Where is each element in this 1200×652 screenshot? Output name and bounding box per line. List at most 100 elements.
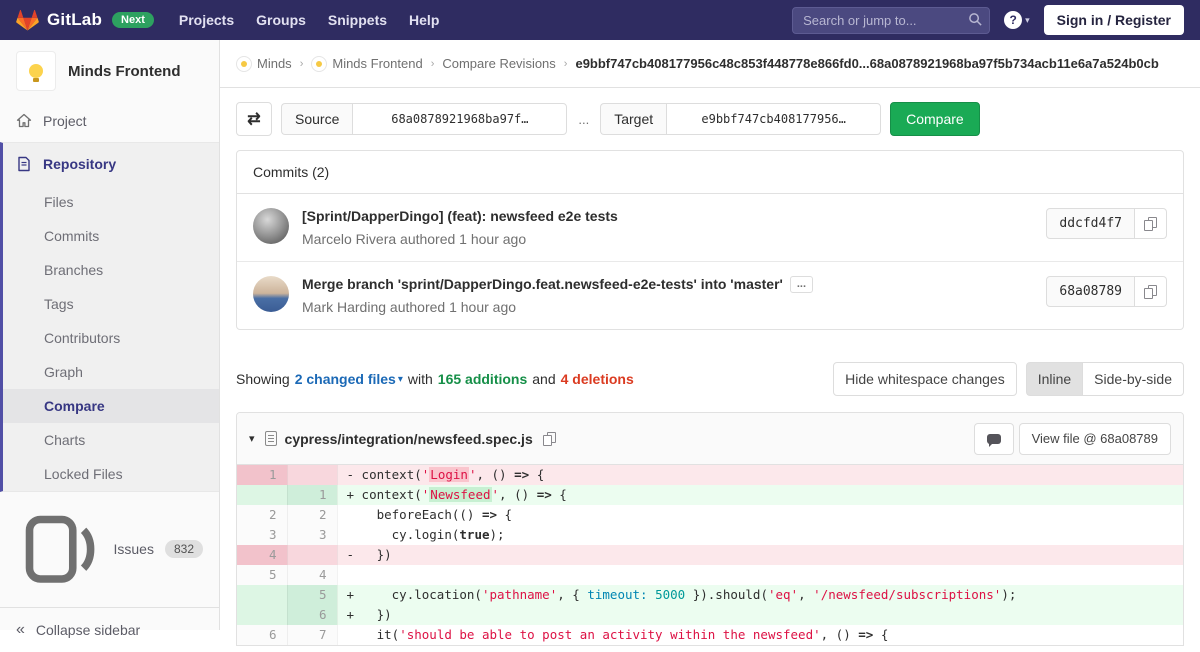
toggle-comments-button[interactable] (974, 423, 1014, 455)
changed-files-dropdown[interactable]: 2 changed files (295, 371, 396, 387)
commit-title-link[interactable]: [Sprint/DapperDingo] (feat): newsfeed e2… (302, 208, 618, 224)
view-file-button[interactable]: View file @ 68a08789 (1019, 423, 1171, 455)
document-icon (16, 156, 32, 172)
breadcrumb-item-label: Minds Frontend (332, 56, 422, 71)
diff-line-number-new[interactable] (287, 545, 337, 565)
code-segment: ); (1001, 587, 1016, 602)
diff-line-number-old[interactable] (237, 605, 287, 625)
inline-view-button[interactable]: Inline (1026, 362, 1082, 396)
chevron-down-icon[interactable]: ▾ (398, 374, 403, 385)
diff-file-path[interactable]: cypress/integration/newsfeed.spec.js (285, 431, 533, 447)
code-segment: - context( (347, 467, 422, 482)
diff-line-number-new[interactable]: 5 (287, 585, 337, 605)
sidebar-item-locked-files[interactable]: Locked Files (3, 457, 219, 491)
diff-line-number-new[interactable]: 6 (287, 605, 337, 625)
diff-line-number-old[interactable]: 2 (237, 505, 287, 525)
help-menu[interactable]: ? ▾ (1004, 11, 1030, 29)
copy-file-path-icon[interactable] (543, 432, 556, 446)
code-segment: { (529, 467, 544, 482)
code-segment: => (858, 627, 873, 642)
sidebar-item-graph[interactable]: Graph (3, 355, 219, 389)
commit-title-link[interactable]: Merge branch 'sprint/DapperDingo.feat.ne… (302, 276, 783, 292)
sidebar-item-contributors[interactable]: Contributors (3, 321, 219, 355)
source-ref-input[interactable] (352, 103, 567, 135)
sidebar-item-compare[interactable]: Compare (3, 389, 219, 423)
breadcrumb-item-minds-frontend[interactable]: Minds Frontend (311, 56, 422, 72)
sidebar-item-files[interactable]: Files (3, 185, 219, 219)
chevron-right-icon: › (300, 58, 304, 70)
sidebar-item-branches[interactable]: Branches (3, 253, 219, 287)
commit-row: [Sprint/DapperDingo] (feat): newsfeed e2… (237, 194, 1183, 261)
commit-expander-button[interactable]: ... (790, 276, 813, 293)
diff-line-number-old[interactable]: 6 (237, 625, 287, 645)
code-segment: ); (490, 527, 505, 542)
nav-link-snippets[interactable]: Snippets (317, 0, 398, 40)
code-segment: + cy.location( (347, 587, 482, 602)
collapse-sidebar-button[interactable]: « Collapse sidebar (0, 607, 219, 652)
diff-line-code: + }) (337, 605, 1183, 625)
code-segment: => (514, 467, 529, 482)
hide-whitespace-button[interactable]: Hide whitespace changes (833, 362, 1017, 396)
code-segment: , (798, 587, 813, 602)
search-input[interactable] (792, 7, 990, 34)
project-name: Minds Frontend (68, 63, 181, 80)
next-badge: Next (112, 12, 154, 28)
sidebar-item-commits[interactable]: Commits (3, 219, 219, 253)
file-icon (265, 431, 277, 446)
diff-line-code: - context('Login', () => { (337, 465, 1183, 485)
diff-line-code: it('should be able to post an activity w… (337, 625, 1183, 645)
diff-line-number-old[interactable]: 3 (237, 525, 287, 545)
nav-link-groups[interactable]: Groups (245, 0, 317, 40)
nav-link-projects[interactable]: Projects (168, 0, 245, 40)
diff-line-number-new[interactable] (287, 465, 337, 485)
diff-line: 1+ context('Newsfeed', () => { (237, 485, 1183, 505)
left-sidebar: Minds Frontend Project Repository FilesC… (0, 40, 220, 630)
copy-sha-button[interactable] (1135, 276, 1167, 307)
diff-line-number-old[interactable]: 5 (237, 565, 287, 585)
sidebar-item-project[interactable]: Project (0, 100, 219, 142)
project-context-header[interactable]: Minds Frontend (0, 40, 219, 100)
diff-line-code: - }) (337, 545, 1183, 565)
diff-line-number-new[interactable]: 7 (287, 625, 337, 645)
diff-line: 1 - context('Login', () => { (237, 465, 1183, 485)
deletions-count: 4 deletions (561, 371, 634, 387)
diff-line-number-old[interactable]: 1 (237, 465, 287, 485)
diff-line: 54 (237, 565, 1183, 585)
diff-line-number-old[interactable] (237, 585, 287, 605)
sidebar-item-charts[interactable]: Charts (3, 423, 219, 457)
search-icon[interactable] (968, 12, 983, 27)
code-segment: + }) (347, 607, 392, 622)
breadcrumb-item-label: Compare Revisions (442, 56, 555, 71)
swap-revisions-button[interactable]: ⇄ (236, 102, 272, 136)
diff-line-number-new[interactable]: 2 (287, 505, 337, 525)
code-segment: Newsfeed (429, 487, 491, 502)
collapse-diff-icon[interactable]: ▾ (249, 432, 255, 445)
commit-list: [Sprint/DapperDingo] (feat): newsfeed e2… (237, 194, 1183, 329)
sidebar-item-issues[interactable]: Issues 832 (0, 492, 219, 607)
sidebar-item-repository[interactable]: Repository (3, 143, 219, 185)
side-by-side-view-button[interactable]: Side-by-side (1082, 362, 1184, 396)
breadcrumb-item-minds[interactable]: Minds (236, 56, 292, 72)
chevron-right-icon: › (431, 58, 435, 70)
code-segment: 'eq' (768, 587, 798, 602)
diff-line-number-new[interactable]: 4 (287, 565, 337, 585)
comment-bubble-icon (987, 434, 1001, 444)
diff-line-number-new[interactable]: 1 (287, 485, 337, 505)
code-segment: , () (476, 467, 514, 482)
copy-sha-button[interactable] (1135, 208, 1167, 239)
breadcrumb-avatar-icon (311, 56, 327, 72)
target-ref-input[interactable] (666, 103, 881, 135)
diff-table: 1- context('Login', () => {1+ context('N… (237, 465, 1183, 645)
signin-register-button[interactable]: Sign in / Register (1044, 5, 1184, 35)
gitlab-logo[interactable]: GitLab Next (16, 9, 154, 31)
sidebar-item-tags[interactable]: Tags (3, 287, 219, 321)
compare-button[interactable]: Compare (890, 102, 980, 136)
repository-section: Repository FilesCommitsBranchesTagsContr… (0, 142, 219, 492)
diff-line-number-new[interactable]: 3 (287, 525, 337, 545)
breadcrumb-item-compare-revisions[interactable]: Compare Revisions (442, 56, 555, 71)
nav-link-help[interactable]: Help (398, 0, 450, 40)
diff-summary-bar: Showing 2 changed files ▾ with 165 addit… (236, 362, 1184, 396)
code-segment: '/newsfeed/subscriptions' (813, 587, 1001, 602)
diff-line-number-old[interactable] (237, 485, 287, 505)
diff-line-number-old[interactable]: 4 (237, 545, 287, 565)
